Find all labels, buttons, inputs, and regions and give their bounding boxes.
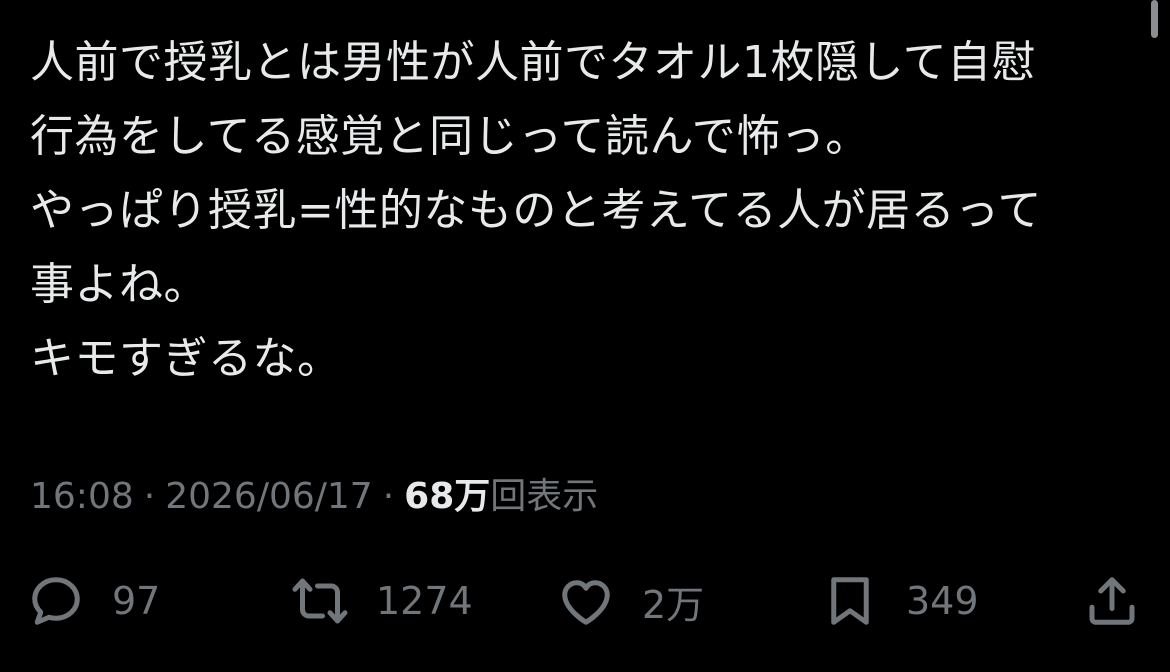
tweet-time[interactable]: 16:08: [30, 476, 134, 517]
retweet-button[interactable]: 1274: [290, 566, 473, 636]
views-count[interactable]: 68万: [404, 476, 490, 517]
tweet-text-line: キモすぎるな。: [30, 333, 342, 384]
views-label: 回表示: [490, 476, 599, 517]
like-button[interactable]: 2万: [556, 566, 704, 636]
like-count: 2万: [642, 582, 705, 627]
reply-button[interactable]: 97: [26, 566, 160, 636]
heart-icon: [562, 580, 610, 625]
tweet-text-line: 事よね。: [30, 259, 208, 310]
tweet-meta: 16:08 · 2026/06/17 · 68万回表示: [30, 472, 598, 522]
retweet-icon: [292, 578, 348, 624]
action-bar: 97 1274 2万 349: [0, 566, 1170, 636]
meta-separator: ·: [143, 476, 156, 517]
share-icon: [1089, 577, 1135, 625]
tweet-text-line: 人前で授乳とは男性が人前でタオル1枚隠して自慰: [30, 37, 1037, 88]
reply-count: 97: [112, 579, 161, 623]
bookmark-count: 349: [906, 579, 979, 623]
tweet-text-line: やっぱり授乳=性的なものと考えてる人が居るって: [30, 185, 1042, 236]
tweet-text: 人前で授乳とは男性が人前でタオル1枚隠して自慰 行為をしてる感覚と同じって読んで…: [30, 26, 1130, 396]
scrollbar[interactable]: [1151, 0, 1158, 38]
tweet-text-line: 行為をしてる感覚と同じって読んで怖っ。: [30, 111, 870, 162]
tweet-date[interactable]: 2026/06/17: [165, 476, 373, 517]
bookmark-button[interactable]: 349: [820, 566, 979, 636]
retweet-count: 1274: [376, 579, 473, 623]
reply-icon: [32, 577, 80, 625]
bookmark-icon: [831, 577, 869, 625]
meta-separator: ·: [382, 476, 395, 517]
share-button[interactable]: [1082, 566, 1142, 636]
